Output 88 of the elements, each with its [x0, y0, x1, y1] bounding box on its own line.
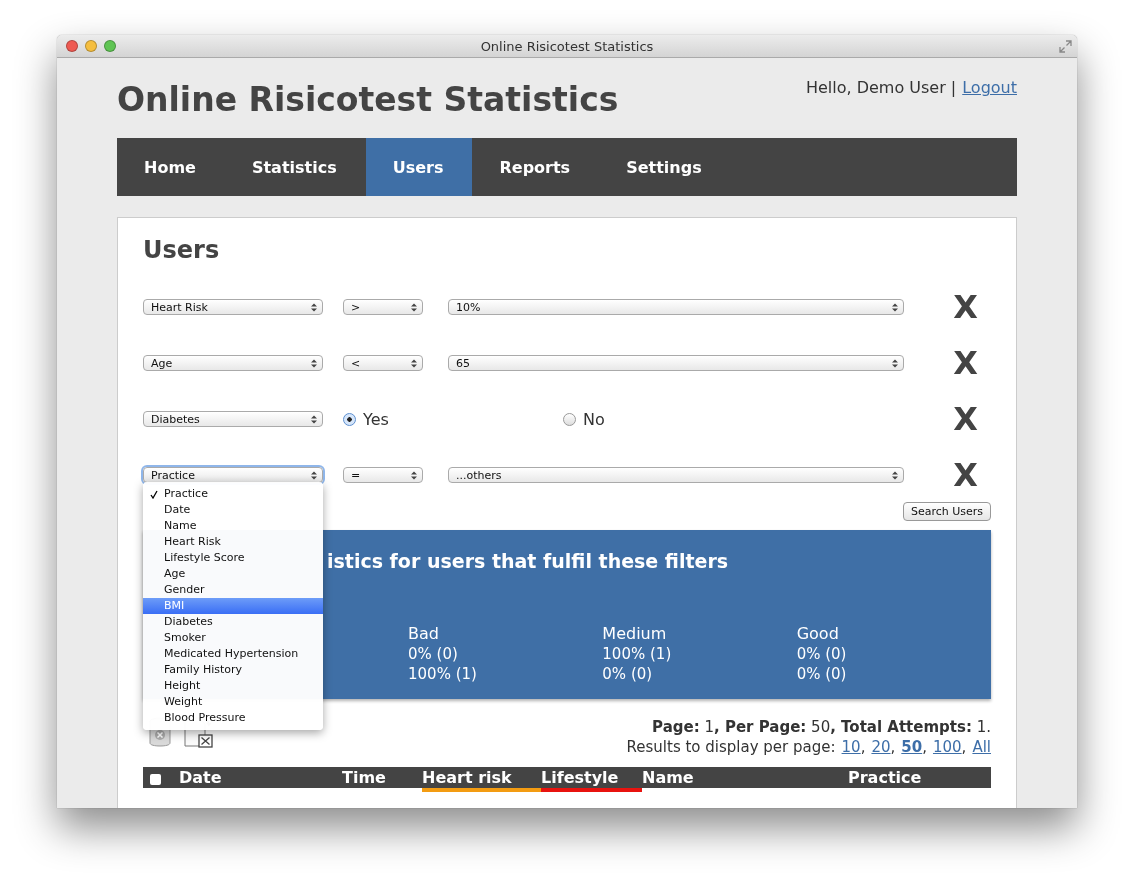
remove-filter-button[interactable]: X [953, 400, 978, 438]
menu-item[interactable]: Blood Pressure [143, 710, 323, 726]
column-header[interactable]: Lifestyle [541, 767, 642, 792]
select-arrows-icon [311, 470, 317, 480]
nav-tab[interactable]: Users [365, 138, 473, 196]
field-select[interactable]: Diabetes [143, 411, 323, 427]
menu-item[interactable]: Practice [143, 486, 323, 502]
field-select[interactable]: Heart Risk [143, 299, 323, 315]
radio-button[interactable] [343, 412, 356, 426]
column-header[interactable]: Heart risk [422, 767, 541, 792]
per-page-link[interactable]: 50 [901, 737, 923, 757]
stats-value: 0% (0) [408, 644, 459, 664]
remove-filter-button[interactable]: X [953, 456, 978, 494]
pagination-summary: Page: 1, Per Page: 50, Total Attempts: 1. [651, 717, 991, 737]
column-header[interactable]: Date [179, 767, 342, 792]
menu-item[interactable]: Weight [143, 694, 323, 710]
radio-label: Yes [363, 409, 389, 429]
separator-text: , [860, 737, 866, 757]
operator-select[interactable]: = [343, 467, 423, 483]
menu-item[interactable]: Diabetes [143, 614, 323, 630]
menu-item[interactable]: Name [143, 518, 323, 534]
stats-value: 100% (1) [408, 664, 478, 684]
check-icon [149, 489, 158, 499]
field-select[interactable]: Age [143, 355, 323, 371]
select-arrows-icon [892, 302, 898, 312]
menu-item[interactable]: Height [143, 678, 323, 694]
per-page-link[interactable]: 100 [932, 737, 962, 757]
fullscreen-icon[interactable] [1059, 39, 1072, 53]
radio-button[interactable] [563, 412, 576, 426]
column-header[interactable]: Time [342, 767, 422, 792]
menu-item[interactable]: Smoker [143, 630, 323, 646]
per-page-link[interactable]: 10 [841, 737, 861, 757]
per-page-label: Results to display per page: [626, 737, 836, 757]
nav-tab[interactable]: Home [117, 138, 225, 196]
column-header[interactable]: Name [642, 767, 848, 792]
select-arrows-icon [411, 358, 417, 368]
value-select[interactable]: 10% [448, 299, 904, 315]
stats-value: 0% (0) [796, 664, 848, 684]
nav-tab[interactable]: Settings [599, 138, 731, 196]
zoom-button[interactable] [104, 40, 116, 52]
select-arrows-icon [411, 470, 417, 480]
select-arrows-icon [892, 358, 898, 368]
minimize-button[interactable] [85, 40, 97, 52]
remove-filter-button[interactable]: X [953, 344, 978, 382]
window-title: Online Risicotest Statistics [480, 38, 654, 54]
separator-text: , [922, 737, 927, 757]
nav-tab[interactable]: Reports [472, 138, 600, 196]
stats-column-heading: Medium [602, 624, 668, 644]
separator-text: , [890, 737, 896, 757]
field-select[interactable]: Practice [143, 467, 323, 483]
menu-item[interactable]: Heart Risk [143, 534, 323, 550]
site-title: Online Risicotest Statistics [117, 80, 619, 119]
remove-filter-button[interactable]: X [953, 288, 978, 326]
select-arrows-icon [311, 302, 317, 312]
operator-select[interactable]: < [343, 355, 423, 371]
menu-item[interactable]: Family History [143, 662, 323, 678]
radio-option[interactable]: No [563, 409, 783, 429]
separator-text: , [961, 737, 967, 757]
menu-item[interactable]: Lifestyle Score [143, 550, 323, 566]
select-arrows-icon [311, 414, 317, 424]
menu-item[interactable]: Date [143, 502, 323, 518]
operator-select[interactable]: > [343, 299, 423, 315]
stats-value: 0% (0) [796, 644, 848, 664]
stats-heading: istics for users that fulfil these filters [327, 550, 729, 572]
select-arrows-icon [411, 302, 417, 312]
menu-item[interactable]: Age [143, 566, 323, 582]
per-page-link[interactable]: All [972, 737, 991, 757]
radio-option[interactable]: Yes [343, 409, 563, 429]
select-all-checkbox[interactable] [150, 774, 161, 785]
close-button[interactable] [66, 40, 78, 52]
stats-value: 0% (0) [602, 664, 654, 684]
menu-item[interactable]: Gender [143, 582, 323, 598]
stats-column-heading: Good [796, 624, 840, 644]
logout-link[interactable]: Logout [962, 78, 1017, 97]
radio-label: No [583, 409, 605, 429]
greeting-text: Hello, Demo User | [805, 78, 957, 97]
nav-tab[interactable]: Statistics [224, 138, 366, 196]
stats-column-heading: Bad [408, 624, 440, 644]
page-heading: Users [143, 236, 221, 264]
search-users-button[interactable]: Search Users [902, 502, 991, 521]
value-select[interactable]: ...others [448, 467, 904, 483]
menu-item[interactable]: Medicated Hypertension [143, 646, 323, 662]
value-select[interactable]: 65 [448, 355, 904, 371]
stats-value: 100% (1) [602, 644, 673, 664]
select-arrows-icon [311, 358, 317, 368]
select-arrows-icon [892, 470, 898, 480]
column-header[interactable]: Practice [848, 767, 991, 792]
per-page-link[interactable]: 20 [871, 737, 891, 757]
